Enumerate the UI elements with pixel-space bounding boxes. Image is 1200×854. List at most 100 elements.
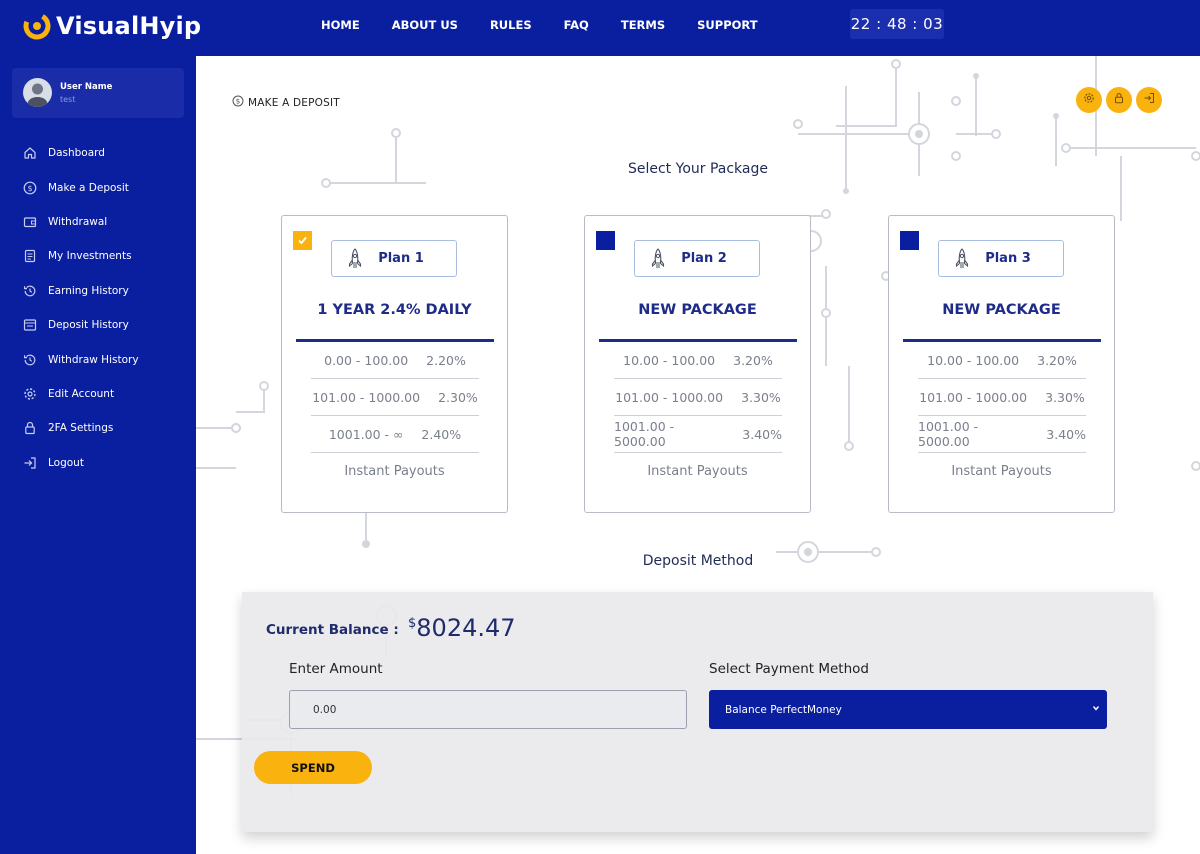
plan-tier-row: 101.00 - 1000.00 2.30%: [311, 379, 479, 416]
plan-selected-checkbox[interactable]: [900, 231, 919, 250]
nav-support[interactable]: SUPPORT: [681, 16, 773, 34]
gear-icon: [1083, 91, 1095, 109]
amount-input[interactable]: [289, 690, 687, 729]
tier-rate: 2.20%: [426, 352, 466, 368]
payment-method-select[interactable]: Balance PerfectMoney: [709, 690, 1107, 729]
nav-home[interactable]: HOME: [305, 16, 376, 34]
tier-range: 1001.00 - ∞: [328, 426, 404, 442]
tier-range: 10.00 - 100.00: [927, 352, 1020, 368]
plan-title: NEW PACKAGE: [942, 302, 1061, 318]
avatar: [23, 78, 52, 107]
plan-name: Plan 2: [681, 251, 727, 266]
deposit-panel: Current Balance : $8024.47 Enter Amount …: [242, 592, 1153, 832]
sidebar-item-withdrawal[interactable]: Withdrawal: [0, 205, 196, 239]
tier-rate: 3.30%: [1045, 389, 1085, 405]
sidebar-item-edit-account[interactable]: Edit Account: [0, 377, 196, 411]
sidebar-item-withdraw-history[interactable]: Withdraw History: [0, 342, 196, 376]
sidebar-item-logout[interactable]: Logout: [0, 446, 196, 480]
sidebar-menu: Dashboard $ Make a Deposit Withdrawal My…: [0, 136, 196, 480]
tier-range: 0.00 - 100.00: [324, 352, 409, 368]
currency-symbol: $: [408, 616, 417, 631]
svg-text:$: $: [27, 184, 32, 193]
plan-selected-checkbox[interactable]: [596, 231, 615, 250]
plan-name-badge: Plan 3: [938, 240, 1064, 277]
dollar-circle-icon: $: [22, 180, 38, 196]
sidebar-item-dashboard[interactable]: Dashboard: [0, 136, 196, 170]
dollar-circle-icon: $: [232, 94, 244, 112]
sidebar-item-label: 2FA Settings: [48, 422, 114, 435]
tier-rate: 2.30%: [438, 389, 478, 405]
plan-payout: Instant Payouts: [647, 464, 748, 479]
tier-range: 101.00 - 1000.00: [312, 389, 421, 405]
plan-name-badge: Plan 1: [331, 240, 457, 277]
sidebar-item-my-investments[interactable]: My Investments: [0, 239, 196, 273]
plan-tier-row: 1001.00 - ∞ 2.40%: [311, 416, 479, 453]
tier-rate: 3.30%: [741, 389, 781, 405]
breadcrumb: $ MAKE A DEPOSIT: [232, 94, 340, 112]
balance-value: $8024.47: [408, 614, 516, 642]
sidebar-item-make-a-deposit[interactable]: $ Make a Deposit: [0, 170, 196, 204]
sidebar-item-label: Withdraw History: [48, 353, 139, 366]
amount-label: Enter Amount: [289, 661, 383, 677]
tier-rate: 2.40%: [421, 426, 462, 442]
plan-tier-row: 1001.00 - 5000.00 3.40%: [918, 416, 1086, 453]
wallet-icon: [22, 214, 38, 230]
balance-label: Current Balance :: [266, 622, 399, 638]
home-icon: [22, 145, 38, 161]
plan-selected-checkbox[interactable]: [293, 231, 312, 250]
nav-rules[interactable]: RULES: [474, 16, 548, 34]
tier-range: 101.00 - 1000.00: [919, 389, 1028, 405]
plan-title: 1 YEAR 2.4% DAILY: [317, 302, 472, 318]
rocket-icon: [347, 247, 363, 276]
nav-terms[interactable]: TERMS: [605, 16, 681, 34]
svg-text:$: $: [236, 98, 240, 106]
spend-button[interactable]: SPEND: [254, 751, 372, 784]
security-button[interactable]: [1106, 87, 1132, 113]
tier-rate: 3.20%: [733, 352, 773, 368]
lock-icon: [1113, 91, 1125, 109]
plan-tier-row: 10.00 - 100.00 3.20%: [614, 342, 782, 379]
nav-faq[interactable]: FAQ: [548, 16, 605, 34]
deposit-method-title: Deposit Method: [642, 553, 754, 569]
top-bar: VisualHyip HOME ABOUT US RULES FAQ TERMS…: [0, 0, 1200, 56]
sidebar-item-label: Make a Deposit: [48, 181, 129, 194]
plan-payout: Instant Payouts: [344, 464, 445, 479]
tier-range: 101.00 - 1000.00: [615, 389, 724, 405]
receipt-icon: [22, 317, 38, 333]
sidebar: User Name test Dashboard $ Make a Deposi…: [0, 56, 196, 854]
sidebar-item-label: Deposit History: [48, 319, 129, 332]
plan-card[interactable]: Plan 2 NEW PACKAGE 10.00 - 100.00 3.20% …: [584, 215, 811, 513]
plan-name: Plan 1: [378, 251, 424, 266]
gear-icon: [22, 386, 38, 402]
server-clock: 22 : 48 : 03: [850, 9, 944, 39]
chevron-down-icon: [1091, 703, 1101, 716]
plan-tier-row: 1001.00 - 5000.00 3.40%: [614, 416, 782, 453]
plan-tier-row: 101.00 - 1000.00 3.30%: [614, 379, 782, 416]
top-nav: HOME ABOUT US RULES FAQ TERMS SUPPORT: [305, 16, 774, 34]
rocket-icon: [650, 247, 666, 276]
plan-card[interactable]: Plan 1 1 YEAR 2.4% DAILY 0.00 - 100.00 2…: [281, 215, 508, 513]
tier-rate: 3.20%: [1037, 352, 1077, 368]
plan-card[interactable]: Plan 3 NEW PACKAGE 10.00 - 100.00 3.20% …: [888, 215, 1115, 513]
sidebar-item-2fa-settings[interactable]: 2FA Settings: [0, 411, 196, 445]
user-card[interactable]: User Name test: [12, 68, 184, 118]
logout-button[interactable]: [1136, 87, 1162, 113]
sidebar-item-label: My Investments: [48, 250, 132, 263]
tier-range: 1001.00 - 5000.00: [918, 419, 979, 449]
sidebar-item-label: Edit Account: [48, 387, 115, 400]
logo[interactable]: VisualHyip: [22, 8, 201, 44]
history-icon: [22, 283, 38, 299]
nav-about-us[interactable]: ABOUT US: [376, 16, 474, 34]
sidebar-item-deposit-history[interactable]: Deposit History: [0, 308, 196, 342]
document-icon: [22, 248, 38, 264]
sidebar-item-label: Withdrawal: [48, 215, 108, 228]
sidebar-item-label: Dashboard: [48, 147, 105, 160]
plan-name-badge: Plan 2: [634, 240, 760, 277]
plan-tier-row: 0.00 - 100.00 2.20%: [311, 342, 479, 379]
settings-button[interactable]: [1076, 87, 1102, 113]
payment-method-value: Balance PerfectMoney: [725, 703, 842, 716]
sidebar-item-earning-history[interactable]: Earning History: [0, 274, 196, 308]
plan-title: NEW PACKAGE: [638, 302, 757, 318]
logo-icon: [22, 11, 52, 41]
user-username: test: [60, 95, 76, 104]
